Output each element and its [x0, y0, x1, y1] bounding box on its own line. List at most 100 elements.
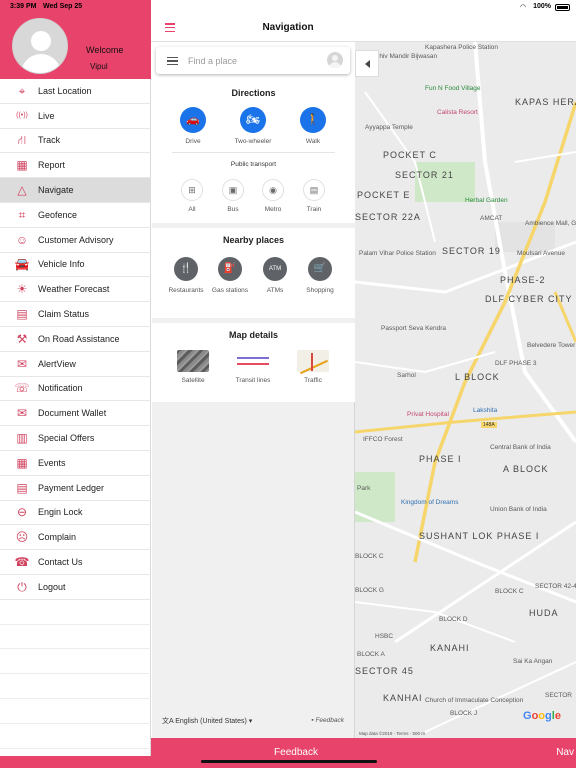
map-place-label[interactable]: Herbal Garden: [465, 197, 508, 204]
drawer-item-engin-lock[interactable]: ⊖ Engin Lock: [0, 501, 151, 526]
map-place-label[interactable]: SECTOR 42-43: [535, 583, 576, 590]
drawer-item-special-offers[interactable]: ▥ Special Offers: [0, 426, 151, 451]
map-view[interactable]: Kapashera Police Station Shiv Mandir Bijw…: [355, 42, 576, 738]
map-place-label[interactable]: Sarhol: [397, 372, 416, 379]
map-place-label[interactable]: SUSHANT LOK PHASE I: [419, 531, 539, 541]
map-place-label[interactable]: Lakshita: [473, 407, 497, 414]
map-place-label[interactable]: A BLOCK: [503, 464, 549, 474]
map-place-label[interactable]: PHASE I: [419, 454, 462, 464]
road-assistance-icon: ⚒: [16, 331, 28, 346]
map-place-label[interactable]: KANAHI: [430, 643, 470, 653]
map-place-label[interactable]: BLOCK C: [355, 553, 384, 560]
map-detail-satellite[interactable]: Satellite: [171, 350, 215, 384]
collapse-panel-button[interactable]: [355, 50, 379, 77]
drawer-item-contact-us[interactable]: ☎ Contact Us: [0, 550, 151, 575]
map-place-label[interactable]: Palam Vihar Police Station: [359, 250, 436, 257]
map-place-label[interactable]: SECTOR 45: [355, 666, 414, 676]
drawer-item-logout[interactable]: ⏻ Logout: [0, 575, 151, 600]
map-place-label[interactable]: BLOCK A: [357, 651, 385, 658]
drawer-item-track[interactable]: ⛙ Track: [0, 129, 151, 154]
panel-feedback-link[interactable]: ▪ Feedback: [311, 717, 344, 724]
map-place-label[interactable]: KAPAS HERA ESTATE: [515, 97, 576, 107]
map-place-label[interactable]: DLF PHASE 3: [495, 360, 537, 367]
drawer-item-events[interactable]: ▦ Events: [0, 451, 151, 476]
map-place-label[interactable]: Sai Ka Angan: [513, 658, 552, 665]
map-place-label[interactable]: Central Bank of India: [490, 444, 551, 451]
avatar[interactable]: [12, 18, 68, 74]
map-place-label[interactable]: AMCAT: [480, 215, 502, 222]
map-place-label[interactable]: SECTOR 19: [442, 246, 501, 256]
map-place-label[interactable]: BLOCK C: [495, 588, 524, 595]
map-place-label[interactable]: Moulsari Avenue: [517, 250, 565, 257]
map-place-label[interactable]: Shiv Mandir Bijwasan: [375, 53, 437, 60]
map-place-label[interactable]: BLOCK J: [450, 710, 477, 717]
payment-ledger-icon: ▤: [16, 480, 28, 495]
drawer-item-complain[interactable]: ☹ Complain: [0, 525, 151, 551]
transit-all[interactable]: ⊞ All: [172, 179, 212, 213]
transit-train[interactable]: ▤ Train: [294, 179, 334, 213]
map-place-label[interactable]: BLOCK G: [355, 587, 384, 594]
map-place-label[interactable]: PHASE-2: [500, 275, 546, 285]
drawer-item-payment-ledger[interactable]: ▤ Payment Ledger: [0, 476, 151, 501]
map-place-label[interactable]: SECTOR: [545, 692, 572, 699]
mode-walk[interactable]: 🚶 Walk: [293, 107, 333, 145]
search-input[interactable]: [188, 53, 308, 68]
map-place-label[interactable]: SECTOR 21: [395, 170, 454, 180]
drawer-item-on-road-assistance[interactable]: ⚒ On Road Assistance: [0, 327, 151, 352]
nearby-atms[interactable]: ATM ATMs: [253, 257, 297, 295]
map-detail-traffic-label: Traffic: [304, 377, 322, 384]
map-place-label[interactable]: KANHAI: [383, 693, 423, 703]
feedback-button[interactable]: Feedback: [151, 747, 441, 758]
map-place-label[interactable]: Privat Hospital: [407, 411, 449, 418]
map-place-label[interactable]: Kapashera Police Station: [425, 44, 498, 51]
map-place-label[interactable]: Church of Immaculate Conception: [425, 697, 523, 704]
drawer-item-report[interactable]: ▦ Report: [0, 153, 151, 179]
drawer-item-live[interactable]: ((•)) Live: [0, 104, 151, 129]
map-place-label[interactable]: Passport Seva Kendra: [381, 325, 446, 332]
map-place-label[interactable]: SECTOR 22A: [355, 212, 421, 222]
account-avatar-icon[interactable]: [327, 52, 343, 68]
drawer-item-alertview[interactable]: ✉ AlertView: [0, 352, 151, 377]
map-place-label[interactable]: L BLOCK: [455, 372, 500, 382]
map-place-label[interactable]: Belvedere Tower: [527, 342, 575, 349]
gas-station-icon: ⛽: [218, 257, 242, 281]
map-place-label[interactable]: HSBC: [375, 633, 393, 640]
drawer-item-geofence[interactable]: ⌗ Geofence: [0, 203, 151, 228]
map-place-label[interactable]: POCKET E: [357, 190, 410, 200]
username: Vipul: [90, 62, 108, 71]
map-detail-traffic[interactable]: Traffic: [291, 350, 335, 384]
map-place-label[interactable]: Kingdom of Dreams: [401, 499, 458, 506]
map-place-label[interactable]: Ayyappa Temple: [365, 124, 413, 131]
map-place-label[interactable]: IFFCO Forest: [363, 436, 403, 443]
map-place-label[interactable]: BLOCK D: [439, 616, 468, 623]
map-detail-transit[interactable]: Transit lines: [231, 350, 275, 384]
map-place-label[interactable]: Fun N Food Village: [425, 85, 481, 92]
nearby-restaurants[interactable]: 🍴 Restaurants: [164, 257, 208, 295]
drawer-item-customer-advisory[interactable]: ☺ Customer Advisory: [0, 228, 151, 253]
map-place-label[interactable]: Calista Resort: [437, 109, 478, 116]
mode-two-wheeler[interactable]: 🏍 Two-wheeler: [233, 107, 273, 145]
drawer-item-last-location[interactable]: ⌖ Last Location: [0, 79, 151, 104]
drawer-item-document-wallet[interactable]: ✉ Document Wallet: [0, 401, 151, 427]
map-place-label[interactable]: DLF CYBER CITY: [485, 294, 573, 304]
map-place-label[interactable]: Park: [357, 485, 370, 492]
transit-bus[interactable]: ▣ Bus: [213, 179, 253, 213]
navigate-button[interactable]: Nav: [556, 747, 574, 758]
map-place-label[interactable]: POCKET C: [383, 150, 437, 160]
search-menu-icon[interactable]: [167, 57, 178, 67]
nearby-shopping[interactable]: 🛒 Shopping: [298, 257, 342, 295]
drawer-item-weather-forecast[interactable]: ☀ Weather Forecast: [0, 277, 151, 303]
transit-metro[interactable]: ◉ Metro: [253, 179, 293, 213]
drawer-item-notification[interactable]: ☏ Notification: [0, 377, 151, 402]
map-place-label[interactable]: HUDA: [529, 608, 559, 618]
drawer-item-label: Contact Us: [38, 557, 83, 568]
drawer-item-navigate[interactable]: △ Navigate: [0, 178, 151, 203]
mode-drive[interactable]: 🚗 Drive: [173, 107, 213, 145]
drawer-item-label: Special Offers: [38, 433, 95, 444]
map-place-label[interactable]: Union Bank of India: [490, 506, 547, 513]
nearby-gas-stations[interactable]: ⛽ Gas stations: [208, 257, 252, 295]
map-place-label[interactable]: Ambience Mall, Gurugram: [525, 220, 576, 227]
drawer-item-claim-status[interactable]: ▤ Claim Status: [0, 302, 151, 327]
drawer-item-vehicle-info[interactable]: 🚘 Vehicle Info: [0, 253, 151, 278]
language-selector[interactable]: 文A English (United States) ▾: [162, 716, 252, 726]
